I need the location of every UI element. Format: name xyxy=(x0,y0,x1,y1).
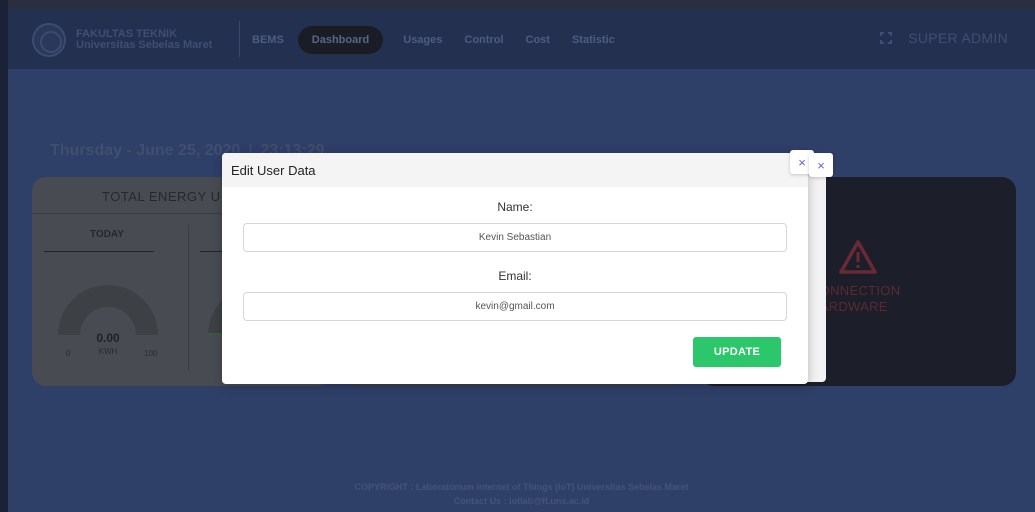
second-gauge-fill xyxy=(208,333,222,335)
nav-item-dashboard[interactable]: Dashboard xyxy=(297,26,384,54)
modal-header: Edit User Data xyxy=(222,153,808,187)
close-icon: × xyxy=(798,154,806,170)
gauge-max: 100 xyxy=(144,349,158,358)
card-column-divider xyxy=(188,225,189,370)
brand-text: FAKULTAS TEKNIK Universitas Sebelas Mare… xyxy=(76,29,212,51)
footer: COPYRIGHT : Laboratorium Internet of Thi… xyxy=(8,480,1035,508)
update-button[interactable]: UPDATE xyxy=(693,337,781,367)
nav-item-bems[interactable]: BEMS xyxy=(252,34,284,46)
nav-right: SUPER ADMIN xyxy=(880,30,1008,46)
today-underline xyxy=(44,251,154,252)
window-top-strip xyxy=(0,0,1035,9)
connection-status-text: CONNECTION HARDWARE xyxy=(810,283,970,315)
close-icon: × xyxy=(817,157,825,173)
close-back-modal-button[interactable]: × xyxy=(809,153,833,177)
email-label: Email: xyxy=(498,269,532,283)
main-nav: BEMS Dashboard Usages Control Cost Stati… xyxy=(252,26,637,54)
footer-copyright: COPYRIGHT : Laboratorium Internet of Thi… xyxy=(354,482,689,492)
left-gutter xyxy=(0,0,8,512)
nav-item-statistic[interactable]: Statistic xyxy=(572,34,615,46)
gauge-min: 0 xyxy=(66,349,71,358)
brand-logo[interactable]: FAKULTAS TEKNIK Universitas Sebelas Mare… xyxy=(32,23,212,57)
nav-divider xyxy=(239,21,240,57)
today-energy-gauge xyxy=(58,285,158,335)
modal-title: Edit User Data xyxy=(231,163,316,178)
top-navbar: FAKULTAS TEKNIK Universitas Sebelas Mare… xyxy=(8,9,1035,69)
warning-icon xyxy=(839,240,877,274)
brand-line-2: Universitas Sebelas Maret xyxy=(76,39,213,51)
current-date: Thursday - June 25, 2020 xyxy=(50,142,241,159)
gauge-value: 0.00 xyxy=(96,331,120,345)
status-line-2: HARDWARE xyxy=(810,299,888,314)
fullscreen-icon[interactable] xyxy=(880,32,893,44)
edit-user-modal: Edit User Data Name: Email: UPDATE xyxy=(222,153,808,384)
email-input[interactable] xyxy=(243,292,787,321)
status-line-1: CONNECTION xyxy=(810,283,901,298)
today-label: TODAY xyxy=(90,229,124,240)
energy-card-title: TOTAL ENERGY U xyxy=(102,189,221,204)
user-menu[interactable]: SUPER ADMIN xyxy=(908,30,1008,46)
footer-contact[interactable]: Contact Us : iotlab@ft.uns.ac.id xyxy=(8,494,1035,508)
nav-item-usages[interactable]: Usages xyxy=(403,34,442,46)
name-label: Name: xyxy=(497,200,533,214)
name-input[interactable] xyxy=(243,223,787,252)
university-seal-icon xyxy=(32,23,66,57)
nav-item-cost[interactable]: Cost xyxy=(526,34,550,46)
nav-item-control[interactable]: Control xyxy=(464,34,503,46)
gauge-unit: KWH xyxy=(98,347,118,356)
